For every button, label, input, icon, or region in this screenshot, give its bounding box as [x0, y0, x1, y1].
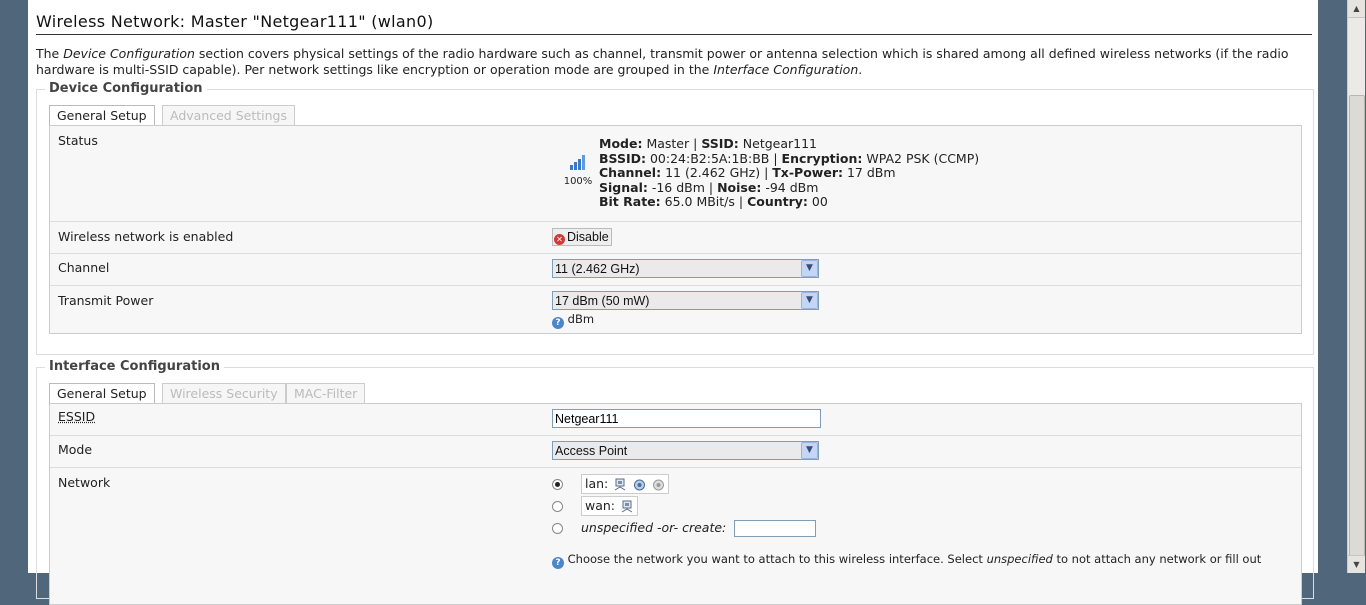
- txpower-row: Transmit Power 17 dBm (50 mW) ▼ ? dBm: [50, 286, 1301, 333]
- status-line-bitrate: Bit Rate: 65.0 MBit/s | Country: 00: [599, 194, 828, 210]
- interface-configuration-legend: Interface Configuration: [45, 359, 224, 374]
- mode-select[interactable]: Access Point: [552, 441, 819, 460]
- mode-label: Mode: [58, 442, 93, 457]
- network-option-create: unspecified -or- create:: [552, 520, 1272, 550]
- status-line-bssid: BSSID: 00:24:B2:5A:1B:BB | Encryption: W…: [599, 150, 980, 166]
- network-field: lan: wan: unspecified -or- create: ? Cho…: [552, 474, 1272, 569]
- device-tabs: General Setup Advanced Settings: [49, 105, 449, 126]
- disable-x-icon: ✕: [554, 234, 565, 245]
- txpower-hint: ? dBm: [552, 312, 819, 329]
- txpower-label: Transmit Power: [58, 293, 154, 308]
- channel-label: Channel: [58, 260, 110, 275]
- tab-general-setup[interactable]: General Setup: [49, 105, 155, 126]
- device-configuration-section: Device Configuration General Setup Advan…: [36, 81, 1314, 355]
- mode-row: Mode Access Point ▼: [50, 436, 1301, 468]
- network-option-wan: wan:: [552, 496, 1272, 520]
- status-line-signal: Signal: -16 dBm | Noise: -94 dBm: [599, 179, 819, 195]
- help-icon: ?: [552, 557, 564, 569]
- device-general-panel: Status 100% Mode: Master | SSID: Netgear…: [49, 125, 1302, 334]
- interface-configuration-section: Interface Configuration General Setup Wi…: [36, 359, 1314, 605]
- ethernet-icon: [621, 500, 633, 513]
- status-row: Status 100% Mode: Master | SSID: Netgear…: [50, 126, 1301, 222]
- scroll-up-arrow-icon[interactable]: ▲: [1348, 0, 1365, 18]
- signal-indicator: 100%: [558, 154, 598, 187]
- channel-select[interactable]: 11 (2.462 GHz): [552, 259, 819, 278]
- help-icon: ?: [552, 317, 564, 329]
- tab-mac-filter[interactable]: MAC-Filter: [286, 383, 366, 403]
- wan-box: wan:: [580, 496, 638, 516]
- lan-box: lan:: [580, 474, 670, 494]
- essid-label: ESSID: [58, 409, 96, 424]
- tab-wireless-security[interactable]: Wireless Security: [162, 383, 286, 403]
- network-label: Network: [58, 475, 111, 490]
- channel-row: Channel 11 (2.462 GHz) ▼: [50, 254, 1301, 286]
- txpower-hint-text: dBm: [567, 312, 595, 326]
- disable-button[interactable]: ✕ Disable: [552, 228, 612, 246]
- device-configuration-legend: Device Configuration: [45, 81, 207, 96]
- page-description: The Device Configuration section covers …: [36, 46, 1289, 77]
- enabled-row: Wireless network is enabled ✕ Disable: [50, 222, 1301, 254]
- network-option-lan: lan:: [552, 474, 1272, 496]
- scroll-down-arrow-icon[interactable]: ▼: [1348, 555, 1365, 573]
- status-details: Mode: Master | SSID: Netgear111 BSSID: 0…: [599, 136, 980, 210]
- page-title: Wireless Network: Master "Netgear111" (w…: [36, 12, 1312, 35]
- status-line-channel: Channel: 11 (2.462 GHz) | Tx-Power: 17 d…: [599, 165, 896, 181]
- interface-tabs: General Setup Wireless Security MAC-Filt…: [49, 383, 549, 404]
- essid-input[interactable]: [552, 409, 821, 428]
- tab-general-setup[interactable]: General Setup: [49, 383, 155, 404]
- enabled-label: Wireless network is enabled: [58, 229, 234, 244]
- network-hint: ? Choose the network you want to attach …: [552, 552, 1272, 569]
- status-line-mode: Mode: Master | SSID: Netgear111: [599, 136, 818, 151]
- lan-radio[interactable]: [552, 479, 563, 490]
- vertical-scrollbar[interactable]: ▲ ▼: [1347, 0, 1365, 573]
- txpower-select[interactable]: 17 dBm (50 mW): [552, 291, 819, 310]
- wan-radio[interactable]: [552, 501, 563, 512]
- create-network-input[interactable]: [734, 520, 817, 537]
- wan-label: wan:: [584, 498, 616, 513]
- txpower-field: 17 dBm (50 mW) ▼ ? dBm: [552, 291, 819, 329]
- network-row: Network lan: wan: unspecified -or- creat…: [50, 468, 1301, 604]
- page-content: Wireless Network: Master "Netgear111" (w…: [28, 0, 1318, 605]
- lan-label: lan:: [584, 476, 609, 491]
- scrollbar-thumb[interactable]: [1349, 95, 1365, 559]
- signal-percent: 100%: [563, 176, 593, 187]
- ethernet-icon: [614, 478, 626, 491]
- interface-general-panel: ESSID Mode Access Point ▼ Network: [49, 403, 1302, 605]
- disable-button-label: Disable: [567, 230, 609, 244]
- essid-field: [552, 409, 821, 428]
- wifi-icon: [634, 479, 646, 491]
- tab-advanced-settings[interactable]: Advanced Settings: [162, 105, 295, 125]
- essid-row: ESSID: [50, 404, 1301, 436]
- unspecified-label: unspecified -or- create:: [580, 520, 727, 535]
- wifi-disabled-icon: [653, 479, 665, 491]
- mode-field: Access Point ▼: [552, 441, 819, 460]
- channel-field: 11 (2.462 GHz) ▼: [552, 259, 819, 278]
- unspecified-radio[interactable]: [552, 523, 563, 534]
- signal-strength-icon: [570, 155, 585, 170]
- status-label: Status: [58, 133, 98, 148]
- enabled-field: ✕ Disable: [552, 228, 612, 246]
